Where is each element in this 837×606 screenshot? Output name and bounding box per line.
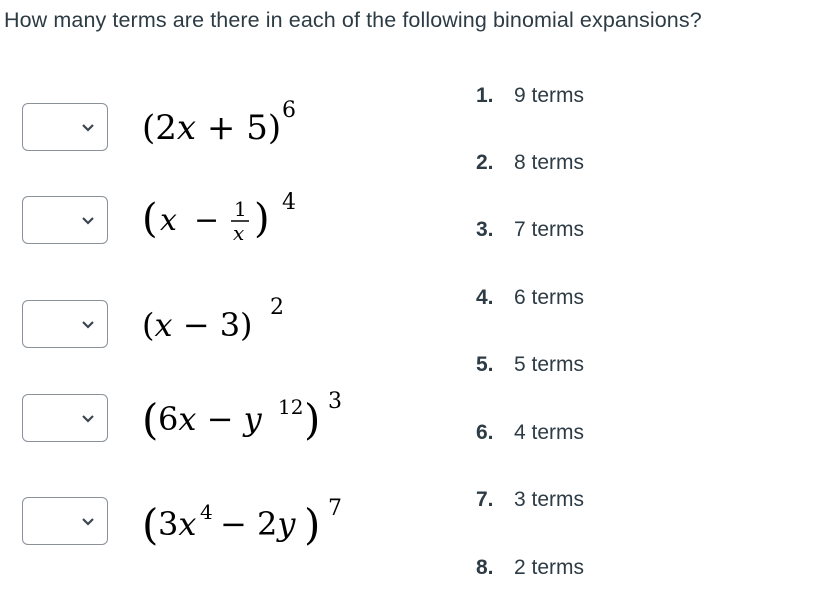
svg-text:−: − (194, 203, 219, 238)
answer-select[interactable] (22, 300, 108, 348)
svg-text:x: x (160, 203, 177, 238)
option-number: 8. (476, 556, 494, 579)
svg-text:): ) (254, 196, 270, 242)
option-label: 7 terms (514, 218, 585, 241)
answer-select[interactable] (22, 497, 108, 545)
option-label: 2 terms (514, 556, 585, 579)
exponent: 6 (282, 98, 296, 123)
svg-text:12: 12 (278, 395, 303, 419)
svg-text:(2x + 5): (2x + 5) (142, 108, 281, 148)
option-item: 1. 9 terms (476, 84, 584, 108)
option-label: 6 terms (514, 286, 585, 309)
option-item: 4. 6 terms (476, 286, 584, 310)
chevron-down-icon (82, 321, 94, 329)
option-number: 3. (476, 218, 494, 241)
option-label: 8 terms (514, 151, 585, 174)
chevron-down-icon (82, 217, 94, 225)
chevron-down-icon (82, 415, 94, 423)
option-label: 5 terms (514, 353, 585, 376)
option-label: 4 terms (514, 421, 585, 444)
exponent: 2 (270, 295, 284, 320)
option-item: 3. 7 terms (476, 218, 584, 242)
answer-select[interactable] (22, 394, 108, 442)
svg-text:(: ( (142, 500, 158, 549)
svg-text:3x: 3x (158, 505, 196, 543)
exponent: 7 (328, 496, 342, 521)
option-number: 1. (476, 84, 494, 107)
exponent: 3 (328, 389, 342, 414)
option-label: 3 terms (514, 488, 585, 511)
option-number: 4. (476, 286, 494, 309)
svg-text:): ) (304, 395, 320, 444)
option-item: 8. 2 terms (476, 556, 584, 580)
svg-text:− 2y: − 2y (220, 505, 296, 543)
option-label: 9 terms (514, 84, 585, 107)
question-text: How many terms are there in each of the … (4, 8, 702, 32)
answer-select[interactable] (22, 196, 108, 244)
option-number: 7. (476, 488, 494, 511)
option-item: 7. 3 terms (476, 488, 584, 512)
option-number: 2. (476, 151, 494, 174)
svg-text:(x − 3): (x − 3) (142, 306, 253, 344)
svg-text:): ) (304, 500, 320, 549)
svg-text:6x − y: 6x − y (158, 400, 263, 438)
option-item: 6. 4 terms (476, 421, 584, 445)
svg-text:4: 4 (200, 500, 213, 524)
chevron-down-icon (82, 518, 94, 526)
svg-text:1: 1 (234, 197, 247, 221)
answer-select[interactable] (22, 103, 108, 151)
svg-text:(: ( (142, 395, 158, 444)
svg-text:(: ( (142, 196, 158, 242)
option-number: 5. (476, 353, 494, 376)
svg-text:x: x (233, 221, 244, 245)
option-item: 5. 5 terms (476, 353, 584, 377)
chevron-down-icon (82, 124, 94, 132)
option-item: 2. 8 terms (476, 151, 584, 175)
option-number: 6. (476, 421, 494, 444)
exponent: 4 (282, 190, 296, 215)
